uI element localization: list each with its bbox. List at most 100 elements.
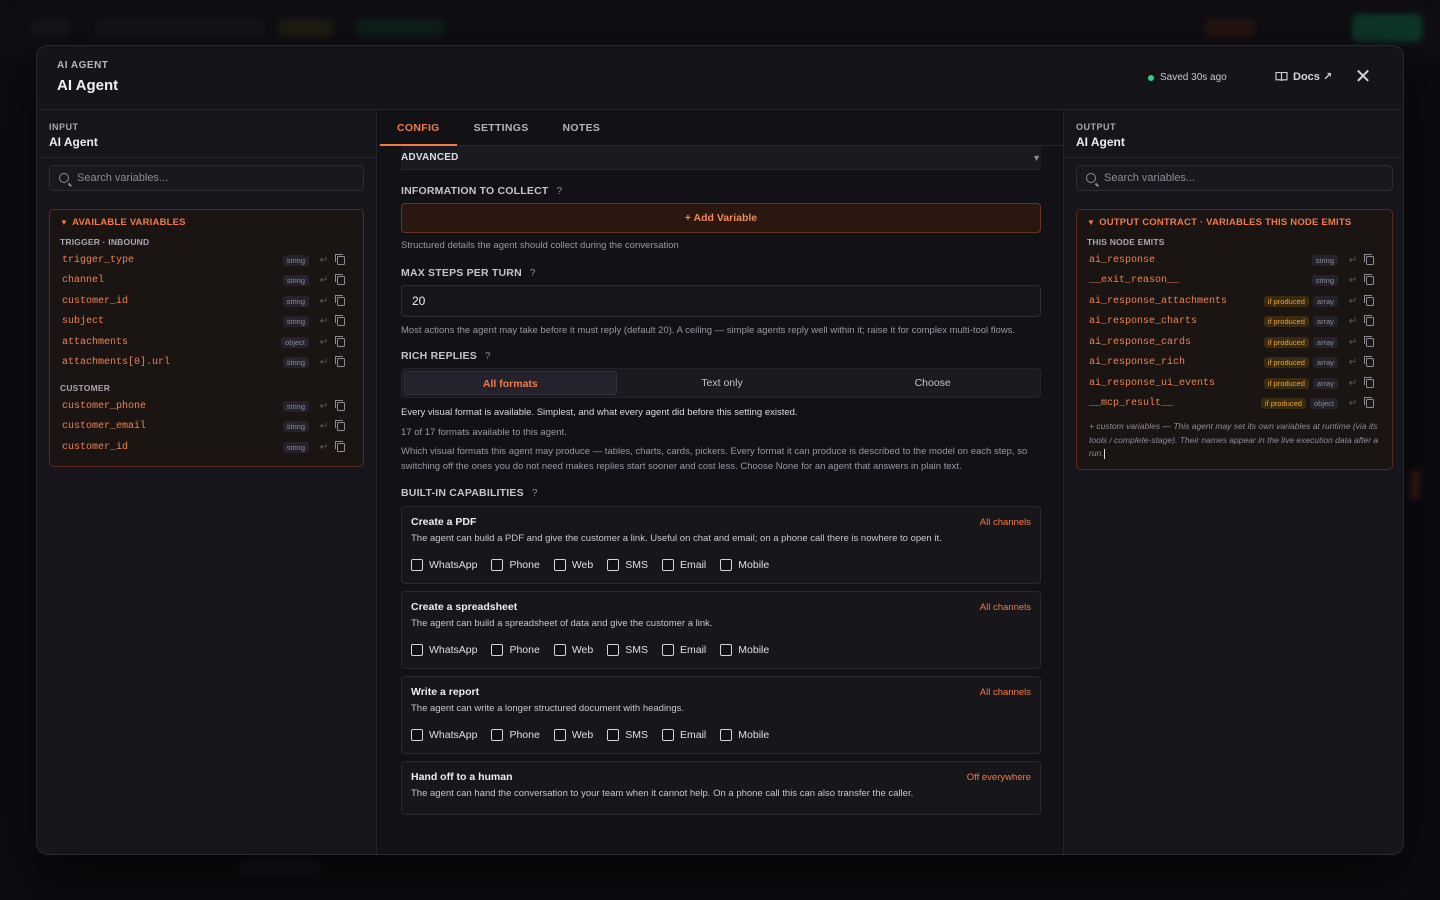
output-search-input[interactable]	[1104, 172, 1364, 184]
channel-checkbox-email[interactable]: Email	[662, 644, 706, 656]
variable-row[interactable]: customer_phone string ↵	[60, 396, 353, 417]
variable-row[interactable]: ai_response_ui_events if produced array ↵	[1087, 373, 1382, 394]
checkbox[interactable]	[553, 559, 566, 571]
checkbox[interactable]	[607, 729, 620, 741]
insert-icon[interactable]: ↵	[1346, 337, 1360, 348]
checkbox[interactable]	[662, 729, 674, 741]
variable-row[interactable]: ai_response_cards if produced array ↵	[1087, 332, 1382, 353]
channel-checkbox-phone[interactable]: Phone	[491, 559, 540, 571]
variable-row[interactable]: __mcp_result__ if produced object ↵	[1087, 394, 1382, 415]
channel-checkbox-email[interactable]: Email	[662, 559, 706, 571]
checkbox[interactable]	[491, 644, 504, 656]
insert-icon[interactable]: ↵	[317, 337, 331, 348]
variable-row[interactable]: customer_id string ↵	[60, 437, 353, 458]
insert-icon[interactable]: ↵	[1346, 398, 1360, 409]
checkbox[interactable]	[491, 559, 504, 571]
insert-icon[interactable]: ↵	[317, 357, 331, 368]
checkbox[interactable]	[607, 559, 620, 571]
variable-row[interactable]: customer_email string ↵	[60, 417, 353, 438]
rich-replies-option-text-only[interactable]: Text only	[617, 371, 828, 395]
close-icon[interactable]: ✕	[1352, 66, 1374, 88]
checkbox[interactable]	[662, 559, 674, 571]
input-search-input[interactable]	[77, 172, 337, 184]
checkbox[interactable]	[553, 644, 566, 656]
insert-icon[interactable]: ↵	[1346, 275, 1360, 286]
variable-row[interactable]: ai_response_attachments if produced array ↵	[1087, 291, 1382, 312]
variable-row[interactable]: attachments object ↵	[60, 332, 353, 353]
help-icon[interactable]: ?	[530, 268, 536, 279]
copy-icon[interactable]	[1364, 356, 1374, 368]
copy-icon[interactable]	[1364, 294, 1374, 306]
insert-icon[interactable]: ↵	[1346, 316, 1360, 327]
checkbox[interactable]	[411, 729, 423, 741]
insert-icon[interactable]: ↵	[317, 255, 331, 266]
checkbox[interactable]	[720, 644, 733, 656]
copy-icon[interactable]	[335, 274, 345, 286]
copy-icon[interactable]	[1364, 315, 1374, 327]
copy-icon[interactable]	[335, 294, 345, 306]
variable-row[interactable]: ai_response_charts if produced array ↵	[1087, 312, 1382, 333]
tab-notes[interactable]: NOTES	[546, 110, 618, 145]
insert-icon[interactable]: ↵	[1346, 378, 1360, 389]
rich-replies-option-choose[interactable]: Choose	[827, 371, 1038, 395]
copy-icon[interactable]	[335, 399, 345, 411]
advanced-section-header[interactable]: ADVANCED ▼	[401, 146, 1041, 170]
copy-icon[interactable]	[1364, 274, 1374, 286]
variable-row[interactable]: subject string ↵	[60, 312, 353, 333]
capability-scope-link[interactable]: All channels	[980, 687, 1031, 698]
channel-checkbox-phone[interactable]: Phone	[491, 644, 540, 656]
checkbox[interactable]	[720, 559, 733, 571]
help-icon[interactable]: ?	[557, 186, 563, 197]
add-variable-button[interactable]: + Add Variable	[401, 203, 1041, 233]
insert-icon[interactable]: ↵	[1346, 296, 1360, 307]
insert-icon[interactable]: ↵	[1346, 357, 1360, 368]
rich-replies-option-all-formats[interactable]: All formats	[404, 371, 617, 395]
insert-icon[interactable]: ↵	[317, 442, 331, 453]
variable-row[interactable]: trigger_type string ↵	[60, 250, 353, 271]
copy-icon[interactable]	[335, 356, 345, 368]
tab-config[interactable]: CONFIG	[380, 110, 457, 146]
variable-row[interactable]: __exit_reason__ string ↵	[1087, 271, 1382, 292]
available-variables-toggle[interactable]: ▼ AVAILABLE VARIABLES	[60, 217, 353, 228]
help-icon[interactable]: ?	[485, 351, 491, 362]
copy-icon[interactable]	[1364, 397, 1374, 409]
channel-checkbox-web[interactable]: Web	[553, 729, 593, 741]
copy-icon[interactable]	[335, 440, 345, 452]
copy-icon[interactable]	[335, 315, 345, 327]
checkbox[interactable]	[411, 559, 423, 571]
channel-checkbox-sms[interactable]: SMS	[607, 729, 648, 741]
copy-icon[interactable]	[335, 253, 345, 265]
capability-scope-link[interactable]: All channels	[980, 517, 1031, 528]
channel-checkbox-mobile[interactable]: Mobile	[720, 729, 769, 741]
tab-settings[interactable]: SETTINGS	[457, 110, 546, 145]
channel-checkbox-mobile[interactable]: Mobile	[720, 559, 769, 571]
insert-icon[interactable]: ↵	[1346, 255, 1360, 266]
capability-scope-link[interactable]: All channels	[980, 602, 1031, 613]
copy-icon[interactable]	[335, 335, 345, 347]
channel-checkbox-phone[interactable]: Phone	[491, 729, 540, 741]
docs-link[interactable]: Docs ↗	[1275, 70, 1332, 83]
output-contract-toggle[interactable]: ▼ OUTPUT CONTRACT · VARIABLES THIS NODE …	[1087, 217, 1382, 228]
copy-icon[interactable]	[335, 420, 345, 432]
channel-checkbox-email[interactable]: Email	[662, 729, 706, 741]
channel-checkbox-sms[interactable]: SMS	[607, 559, 648, 571]
checkbox[interactable]	[662, 644, 674, 656]
variable-row[interactable]: ai_response string ↵	[1087, 250, 1382, 271]
max-steps-input[interactable]: 20	[401, 285, 1041, 317]
insert-icon[interactable]: ↵	[317, 401, 331, 412]
variable-row[interactable]: ai_response_rich if produced array ↵	[1087, 353, 1382, 374]
checkbox[interactable]	[411, 644, 423, 656]
variable-row[interactable]: channel string ↵	[60, 271, 353, 292]
capability-scope-link[interactable]: Off everywhere	[967, 772, 1031, 783]
checkbox[interactable]	[720, 729, 733, 741]
insert-icon[interactable]: ↵	[317, 421, 331, 432]
copy-icon[interactable]	[1364, 335, 1374, 347]
channel-checkbox-whatsapp[interactable]: WhatsApp	[411, 559, 477, 571]
channel-checkbox-web[interactable]: Web	[553, 644, 593, 656]
channel-checkbox-whatsapp[interactable]: WhatsApp	[411, 729, 477, 741]
channel-checkbox-mobile[interactable]: Mobile	[720, 644, 769, 656]
checkbox[interactable]	[491, 729, 504, 741]
copy-icon[interactable]	[1364, 253, 1374, 265]
insert-icon[interactable]: ↵	[317, 275, 331, 286]
copy-icon[interactable]	[1364, 376, 1374, 388]
